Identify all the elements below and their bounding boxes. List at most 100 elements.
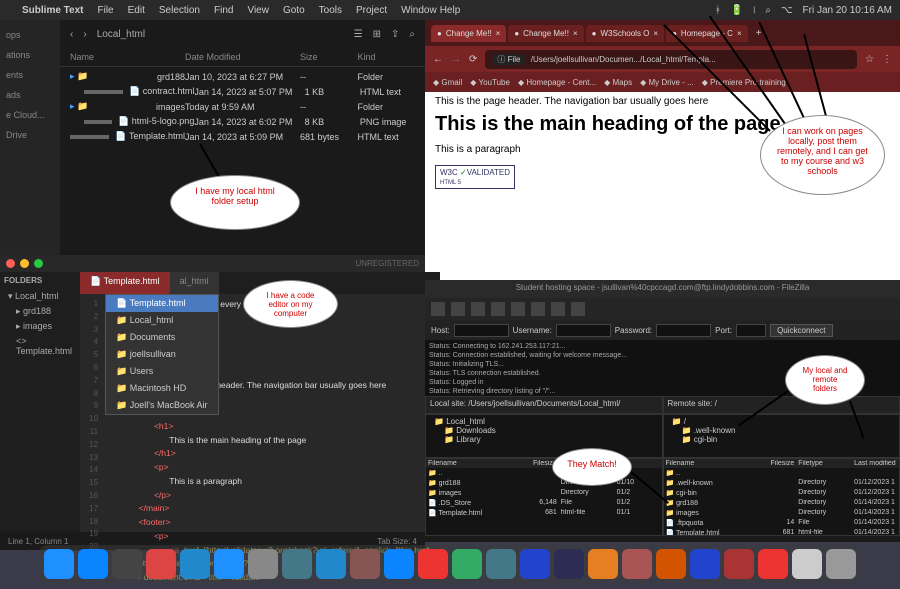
col-name[interactable]: Name <box>70 52 185 62</box>
file-row[interactable]: 📄 Template.htmlJan 14, 2023 at 5:09 PM68… <box>60 129 425 144</box>
dock-app[interactable] <box>656 549 686 579</box>
forward-icon[interactable]: → <box>451 54 461 65</box>
bookmark[interactable]: ◆ Gmail <box>433 78 462 87</box>
dock-app[interactable] <box>180 549 210 579</box>
file-tab[interactable]: 📄 Template.html <box>80 272 170 294</box>
minimize-icon[interactable] <box>20 259 29 268</box>
file-row[interactable]: ▸ 📁 imagesToday at 9:59 AM--Folder <box>60 99 425 114</box>
file-row[interactable]: 📁 .well-knownDirectory01/12/2023 1 <box>664 478 900 488</box>
path-item[interactable]: 📁 joellsullivan <box>106 346 217 363</box>
dock-app[interactable] <box>792 549 822 579</box>
sidebar-item[interactable]: ▸ images <box>4 319 76 334</box>
sidebar-item[interactable]: ▸ grd188 <box>4 304 76 319</box>
sidebar-item[interactable]: ads <box>4 88 56 102</box>
star-icon[interactable]: ☆ <box>865 54 874 65</box>
control-center-icon[interactable]: ⌥ <box>781 5 793 16</box>
search-icon[interactable]: ⌕ <box>409 29 415 40</box>
wifi-icon[interactable]: ⧙ <box>753 5 755 16</box>
local-site[interactable]: Local site: /Users/joellsullivan/Documen… <box>425 396 663 414</box>
dock-app[interactable] <box>44 549 74 579</box>
local-tree[interactable]: 📁 Local_html📁 Downloads📁 Library <box>425 414 663 458</box>
dock-app[interactable] <box>214 549 244 579</box>
file-row[interactable]: 📁 cgi-binDirectory01/12/2023 1 <box>664 488 900 498</box>
forward-icon[interactable]: › <box>83 29 86 40</box>
file-row[interactable]: 📄 Template.html681html-file01/1 <box>426 508 662 518</box>
menu-view[interactable]: View <box>247 5 269 16</box>
browser-tab[interactable]: ●W3Schools O× <box>586 25 664 42</box>
sidebar-item[interactable]: Drive <box>4 128 56 142</box>
battery-icon[interactable]: 🔋 <box>731 5 743 16</box>
browser-tab[interactable]: ●Change Me!!× <box>508 25 583 42</box>
sidebar-item[interactable]: ops <box>4 28 56 42</box>
sidebar-item[interactable]: ents <box>4 68 56 82</box>
dock-app[interactable] <box>690 549 720 579</box>
dock-app[interactable] <box>826 549 856 579</box>
menu-goto[interactable]: Goto <box>283 5 305 16</box>
back-icon[interactable]: ← <box>433 54 443 65</box>
file-row[interactable]: ▸ 📁 grd188Jan 10, 2023 at 6:27 PM--Folde… <box>60 69 425 84</box>
menu-selection[interactable]: Selection <box>159 5 200 16</box>
menu-help[interactable]: Help <box>440 5 461 16</box>
bookmark[interactable]: ◆ Maps <box>604 78 632 87</box>
menu-find[interactable]: Find <box>214 5 233 16</box>
col-date[interactable]: Date Modified <box>185 52 300 62</box>
browser-tab[interactable]: ●Change Me!!× <box>431 25 506 42</box>
menu-project[interactable]: Project <box>356 5 387 16</box>
quickconnect-button[interactable]: Quickconnect <box>770 324 832 337</box>
menu-tools[interactable]: Tools <box>319 5 342 16</box>
path-item[interactable]: 📁 Joell's MacBook Air <box>106 397 217 414</box>
dock-app[interactable] <box>758 549 788 579</box>
w3c-badge[interactable]: W3C ✓VALIDATEDHTML 5 <box>435 165 515 189</box>
file-row[interactable]: 📄 .ftpquota14File01/14/2023 1 <box>664 518 900 528</box>
dock-app[interactable] <box>554 549 584 579</box>
tb-icon[interactable] <box>431 302 445 316</box>
dock-app[interactable] <box>78 549 108 579</box>
port-input[interactable] <box>736 324 766 337</box>
tb-icon[interactable] <box>451 302 465 316</box>
dock-app[interactable] <box>724 549 754 579</box>
share-icon[interactable]: ⇪ <box>391 29 399 40</box>
path-dropdown[interactable]: 📄 Template.html📁 Local_html📁 Documents📁 … <box>105 294 218 415</box>
bookmark[interactable]: ◆ My Drive - ... <box>640 78 694 87</box>
col-size[interactable]: Size <box>300 52 358 62</box>
group-icon[interactable]: ⊞ <box>373 29 381 40</box>
dock-app[interactable] <box>146 549 176 579</box>
path-crumb[interactable]: al_html <box>170 272 219 294</box>
tb-icon[interactable] <box>551 302 565 316</box>
search-icon[interactable]: ⌕ <box>765 5 771 16</box>
file-row[interactable]: 📄 .DS_Store6,148File01/2 <box>426 498 662 508</box>
dock-app[interactable] <box>520 549 550 579</box>
dock-app[interactable] <box>486 549 516 579</box>
dock-app[interactable] <box>350 549 380 579</box>
address-bar[interactable]: ⓘ File /Users/joellsullivan/Documen.../L… <box>485 50 857 69</box>
reload-icon[interactable]: ⟳ <box>469 54 477 65</box>
dock-app[interactable] <box>418 549 448 579</box>
bookmark[interactable]: ◆ YouTube <box>470 78 510 87</box>
file-row[interactable]: 📁 .. <box>664 468 900 478</box>
clock[interactable]: Fri Jan 20 10:16 AM <box>803 5 893 16</box>
tb-icon[interactable] <box>471 302 485 316</box>
path-item[interactable]: 📁 Local_html <box>106 312 217 329</box>
dock-app[interactable] <box>316 549 346 579</box>
menu-edit[interactable]: Edit <box>128 5 145 16</box>
tb-icon[interactable] <box>531 302 545 316</box>
host-input[interactable] <box>454 324 509 337</box>
sidebar-item[interactable]: ations <box>4 48 56 62</box>
remote-list[interactable]: FilenameFilesizeFiletypeLast modified 📁 … <box>663 458 900 536</box>
zoom-icon[interactable] <box>34 259 43 268</box>
menu-window[interactable]: Window <box>401 5 437 16</box>
bluetooth-icon[interactable]: ᚼ <box>715 5 721 16</box>
path-item[interactable]: 📁 Documents <box>106 329 217 346</box>
dock-app[interactable] <box>112 549 142 579</box>
view-icon[interactable]: ☰ <box>354 29 363 40</box>
path-item[interactable]: 📄 Template.html <box>106 295 217 312</box>
dock-app[interactable] <box>384 549 414 579</box>
close-icon[interactable] <box>6 259 15 268</box>
file-row[interactable]: 📄 contract.htmlJan 14, 2023 at 5:07 PM1 … <box>60 84 425 99</box>
user-input[interactable] <box>556 324 611 337</box>
sidebar-item[interactable]: ▾ Local_html <box>4 289 76 304</box>
dock-app[interactable] <box>452 549 482 579</box>
file-row[interactable]: 📁 grd188Directory01/10 <box>426 478 662 488</box>
bookmark[interactable]: ◆ Premiere Pro training <box>702 78 786 87</box>
menu-file[interactable]: File <box>98 5 114 16</box>
